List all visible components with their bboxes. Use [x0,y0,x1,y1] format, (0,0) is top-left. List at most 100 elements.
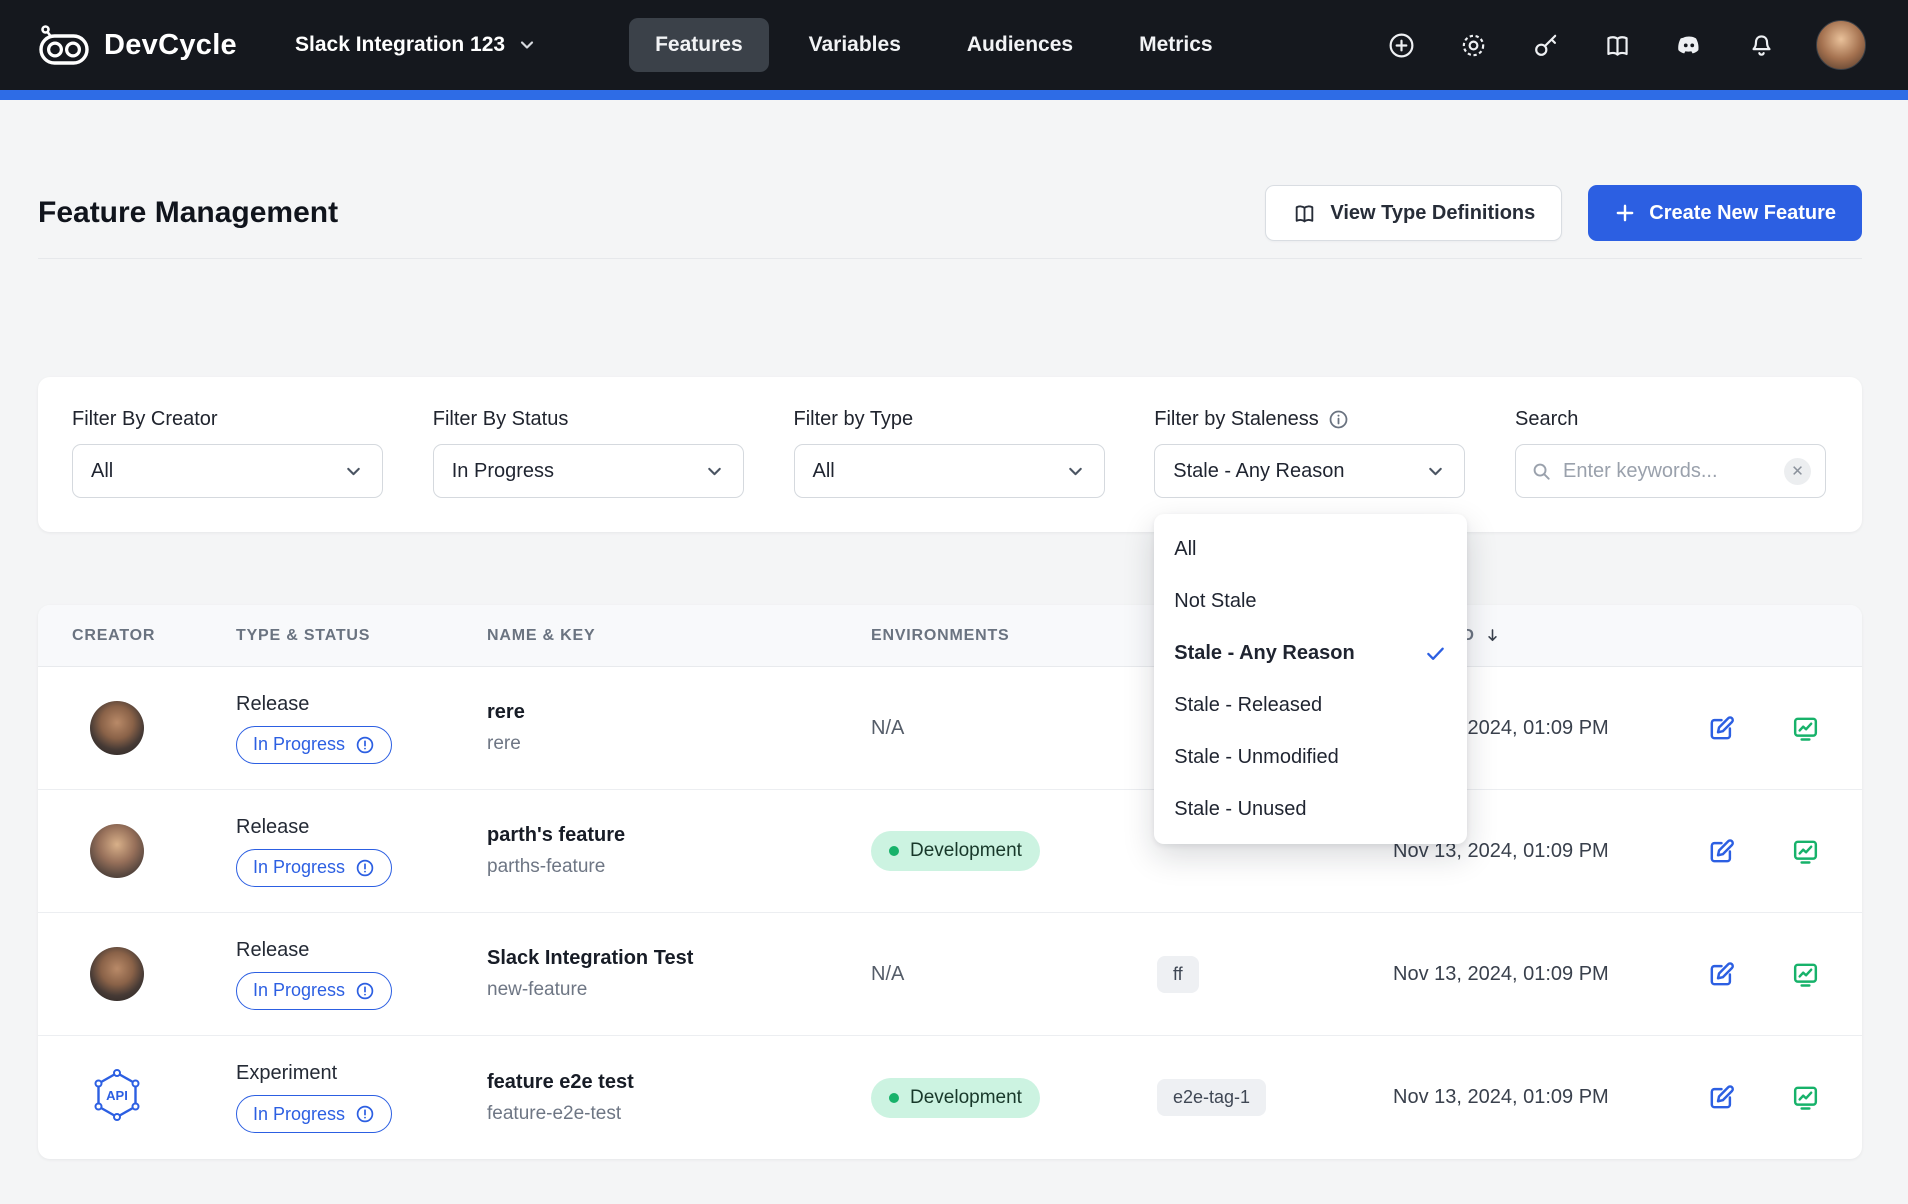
feature-name: parth's feature [487,824,871,847]
nav-tab-features[interactable]: Features [629,18,769,72]
col-environments: ENVIRONMENTS [871,627,1157,645]
chevron-down-icon [1065,461,1086,482]
api-creator-icon: API [89,1067,145,1123]
search-label: Search [1515,407,1826,431]
environment-badge: Development [871,831,1040,871]
nav-tab-variables[interactable]: Variables [783,18,927,72]
type-select-value: All [813,460,835,483]
updated-timestamp: Nov 13, 2024, 01:09 PM [1393,963,1698,986]
create-plus-icon[interactable] [1384,28,1418,62]
filter-type-label: Filter by Type [794,407,1105,431]
environments-value: N/A [871,717,904,739]
status-badge: In Progress [236,849,392,887]
svg-text:API: API [106,1088,128,1103]
tag-badge: ff [1157,956,1199,993]
table-row[interactable]: Release In Progress parth's feature part… [38,790,1862,913]
feature-type: Release [236,816,309,839]
status-label: In Progress [253,980,345,1001]
staleness-option-not-stale[interactable]: Not Stale [1154,575,1467,627]
status-label: In Progress [253,1104,345,1125]
table-row[interactable]: Release In Progress rere rere N/A Nov 13… [38,667,1862,790]
staleness-select[interactable]: Stale - Any Reason [1154,444,1465,498]
col-creator: CREATOR [72,627,236,645]
option-label: Stale - Unused [1174,798,1306,821]
feature-name: rere [487,701,871,724]
devcycle-logo[interactable]: DevCycle [38,23,237,67]
filter-bar: Filter By Creator All Filter By Status I… [38,377,1862,532]
table-header-row: CREATOR TYPE & STATUS NAME & KEY ENVIRON… [38,605,1862,667]
nav-tab-metrics[interactable]: Metrics [1113,18,1239,72]
search-input[interactable] [1563,460,1774,483]
chevron-down-icon [343,461,364,482]
edit-feature-icon[interactable] [1704,957,1738,991]
key-icon[interactable] [1528,28,1562,62]
page-content: Feature Management View Type Definitions… [0,185,1908,1159]
nav-tab-audiences[interactable]: Audiences [941,18,1099,72]
status-select[interactable]: In Progress [433,444,744,498]
type-select[interactable]: All [794,444,1105,498]
chevron-down-icon [517,35,537,55]
header-actions: View Type Definitions Create New Feature [1265,185,1862,241]
page-header: Feature Management View Type Definitions… [38,185,1862,241]
book-icon [1292,201,1317,226]
staleness-dropdown-menu: All Not Stale Stale - Any Reason Stale -… [1154,514,1467,844]
status-badge: In Progress [236,972,392,1010]
environment-dot-icon [889,1093,899,1103]
creator-avatar [90,947,144,1001]
feature-key: parths-feature [487,856,871,878]
environment-label: Development [910,1087,1022,1109]
search-box: ✕ [1515,444,1826,498]
staleness-option-stale-any-reason[interactable]: Stale - Any Reason [1154,627,1467,679]
discord-icon[interactable] [1672,28,1706,62]
alert-circle-icon [355,858,375,878]
audit-log-icon[interactable] [1788,1081,1822,1115]
col-type-status: TYPE & STATUS [236,627,487,645]
alert-circle-icon [355,981,375,1001]
check-icon [1424,642,1447,665]
creator-select[interactable]: All [72,444,383,498]
edit-feature-icon[interactable] [1704,1081,1738,1115]
accent-strip [0,90,1908,100]
option-label: Stale - Any Reason [1174,642,1354,665]
features-table: CREATOR TYPE & STATUS NAME & KEY ENVIRON… [38,605,1862,1159]
chevron-down-icon [704,461,725,482]
environment-dot-icon [889,846,899,856]
gear-icon[interactable] [1456,28,1490,62]
staleness-option-stale-unmodified[interactable]: Stale - Unmodified [1154,731,1467,783]
view-type-definitions-button[interactable]: View Type Definitions [1265,185,1562,241]
search-icon [1530,460,1553,483]
filter-group-status: Filter By Status In Progress [433,407,744,498]
edit-feature-icon[interactable] [1704,711,1738,745]
audit-log-icon[interactable] [1788,957,1822,991]
edit-feature-icon[interactable] [1704,834,1738,868]
docs-book-icon[interactable] [1600,28,1634,62]
audit-log-icon[interactable] [1788,711,1822,745]
alert-circle-icon [355,1104,375,1124]
tag-badge: e2e-tag-1 [1157,1079,1266,1116]
staleness-option-stale-unused[interactable]: Stale - Unused [1154,783,1467,835]
top-navbar: DevCycle Slack Integration 123 Features … [0,0,1908,90]
table-row[interactable]: API Experiment In Progress feature e2e t… [38,1036,1862,1159]
tags-cell: ff [1157,956,1393,993]
option-label: Stale - Released [1174,694,1322,717]
project-selector[interactable]: Slack Integration 123 [295,33,537,57]
staleness-option-stale-released[interactable]: Stale - Released [1154,679,1467,731]
environment-badge: Development [871,1078,1040,1118]
staleness-option-all[interactable]: All [1154,523,1467,575]
bell-icon[interactable] [1744,28,1778,62]
filter-group-type: Filter by Type All [794,407,1105,498]
user-avatar[interactable] [1816,20,1866,70]
option-label: All [1174,538,1196,561]
table-row[interactable]: Release In Progress Slack Integration Te… [38,913,1862,1036]
feature-key: new-feature [487,979,871,1001]
environment-label: Development [910,840,1022,862]
audit-log-icon[interactable] [1788,834,1822,868]
filter-group-search: Search ✕ [1515,407,1826,498]
status-label: In Progress [253,857,345,878]
clear-search-icon[interactable]: ✕ [1784,458,1811,485]
info-icon[interactable] [1328,409,1349,430]
status-badge: In Progress [236,1095,392,1133]
project-name: Slack Integration 123 [295,33,505,57]
create-new-feature-button[interactable]: Create New Feature [1588,185,1862,241]
environments-value: N/A [871,963,904,985]
